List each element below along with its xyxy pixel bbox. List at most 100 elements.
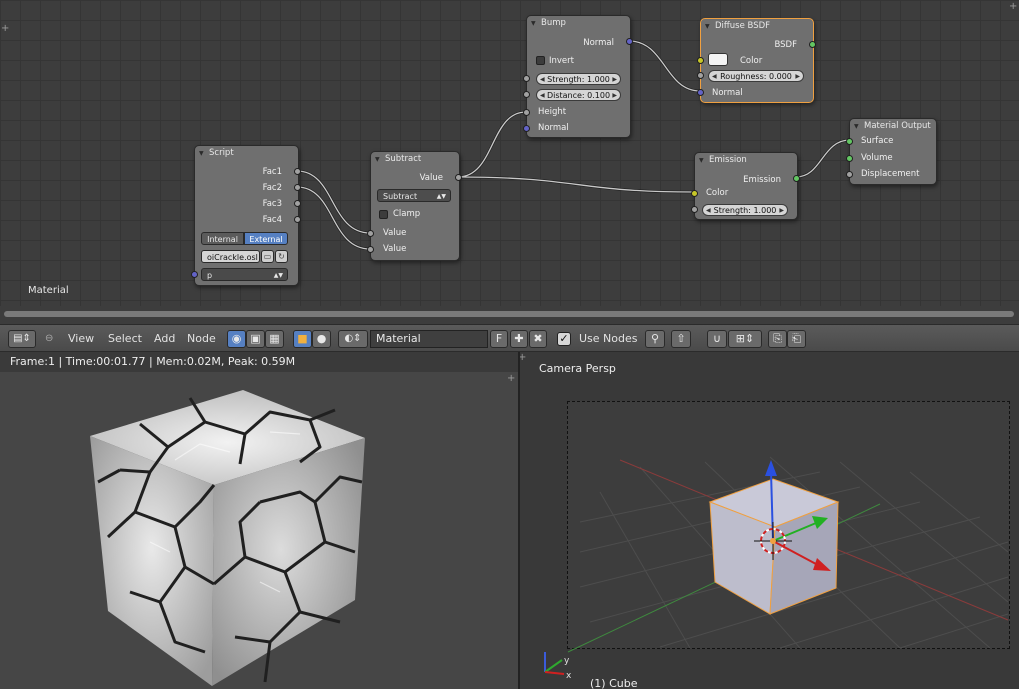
emission-node[interactable]: Emission Emission Color ◀ Strength: 1.00… — [691, 152, 800, 220]
normal-input-label: Normal — [538, 123, 569, 133]
increment-arrow-icon[interactable]: ▶ — [612, 74, 617, 86]
unlink-material-icon[interactable]: ✖ — [529, 330, 547, 348]
increment-arrow-icon[interactable]: ▶ — [779, 205, 784, 217]
3d-viewport[interactable]: + Camera Persp y x (1) Cube — [520, 352, 1019, 689]
subtract-node[interactable]: Subtract Value Subtract ▲▼ Clamp Value V… — [367, 151, 462, 261]
folder-icon[interactable]: ▭ — [261, 250, 274, 263]
backdrop-pin-icon[interactable]: ⚲ — [645, 330, 665, 348]
material-output-node[interactable]: Material Output Surface Volume Displacem… — [846, 118, 937, 185]
rendered-cube-image — [90, 390, 365, 686]
invert-checkbox[interactable] — [536, 56, 545, 65]
reload-icon[interactable]: ↻ — [275, 250, 288, 263]
use-nodes-checkbox[interactable]: ✓ — [557, 332, 571, 346]
bump-node[interactable]: Bump Normal Invert ◀ Strength: 1.000 ▶ ◀… — [523, 15, 633, 138]
parent-node-tree-icon[interactable]: ⇧ — [671, 330, 691, 348]
increment-arrow-icon[interactable]: ▶ — [795, 71, 800, 83]
decrement-arrow-icon[interactable]: ◀ — [712, 71, 717, 83]
decrement-arrow-icon[interactable]: ◀ — [540, 90, 545, 102]
emission-output-socket[interactable] — [793, 175, 800, 182]
render-preview-area[interactable]: Frame:1 | Time:00:01.77 | Mem:0.02M, Pea… — [0, 352, 518, 689]
bump-normal-output-socket[interactable] — [626, 38, 633, 45]
copy-nodes-icon[interactable]: ⎘ — [768, 330, 787, 348]
bsdf-output-label: BSDF — [774, 40, 797, 50]
fake-user-button[interactable]: F — [490, 330, 508, 348]
decrement-arrow-icon[interactable]: ◀ — [540, 74, 545, 86]
menu-add[interactable]: Add — [154, 330, 175, 348]
strength-socket[interactable] — [523, 75, 530, 82]
normal-input-socket[interactable] — [523, 125, 530, 132]
strength-field[interactable]: ◀ Strength: 1.000 ▶ — [536, 73, 621, 85]
compositing-nodes-icon[interactable]: ▣ — [246, 330, 265, 348]
bump-node-title: Bump — [527, 16, 630, 31]
displacement-socket[interactable] — [846, 171, 853, 178]
height-socket[interactable] — [523, 109, 530, 116]
diffuse-bsdf-node[interactable]: Diffuse BSDF BSDF Color ◀ Roughness: 0.0… — [697, 18, 816, 103]
fac4-socket[interactable] — [294, 216, 301, 223]
fac2-socket[interactable] — [294, 184, 301, 191]
emission-strength-socket[interactable] — [691, 206, 698, 213]
horizontal-scrollbar[interactable] — [4, 311, 1014, 317]
emission-color-label: Color — [706, 188, 729, 198]
distance-field[interactable]: ◀ Distance: 0.100 ▶ — [536, 89, 621, 101]
subtract-output-label: Value — [419, 173, 443, 183]
material-browse-icon[interactable]: ◐⇕ — [338, 330, 368, 348]
script-node[interactable]: Script Fac1 Fac2 Fac3 Fac4 Internal Exte… — [191, 145, 301, 286]
snap-element-icon[interactable]: ⊞⇕ — [728, 330, 762, 348]
subtract-input-socket-1[interactable] — [367, 230, 374, 237]
script-output-fac4: Fac4 — [262, 215, 282, 225]
volume-input-label: Volume — [861, 153, 893, 163]
operation-dropdown[interactable]: Subtract ▲▼ — [377, 189, 451, 202]
material-output-title: Material Output — [850, 119, 936, 134]
editor-type-button[interactable]: ▤⇕ — [8, 330, 36, 348]
menu-node[interactable]: Node — [187, 330, 216, 348]
active-object-label: (1) Cube — [590, 677, 638, 689]
menu-view[interactable]: View — [68, 330, 94, 348]
link-value-height[interactable] — [457, 111, 527, 178]
p-input-field[interactable]: p ▲▼ — [201, 268, 288, 281]
add-material-icon[interactable]: ✚ — [510, 330, 528, 348]
distance-socket[interactable] — [523, 91, 530, 98]
increment-arrow-icon[interactable]: ▶ — [612, 90, 617, 102]
menu-select[interactable]: Select — [108, 330, 142, 348]
fac1-socket[interactable] — [294, 168, 301, 175]
subtract-output-socket[interactable] — [455, 174, 462, 181]
gizmo-x-label: x — [566, 671, 572, 681]
color-swatch[interactable] — [708, 53, 728, 66]
subtract-node-title: Subtract — [371, 152, 459, 167]
node-editor[interactable]: + + Script Fac1 Fac2 Fac3 Fac4 Inter — [0, 0, 1019, 306]
script-file-field[interactable]: oiCrackle.osl — [201, 250, 260, 263]
emission-color-socket[interactable] — [691, 190, 698, 197]
bsdf-output-socket[interactable] — [809, 41, 816, 48]
internal-mode-button[interactable]: Internal — [201, 232, 244, 245]
updown-arrows-icon: ▲▼ — [273, 272, 283, 279]
link-value-color[interactable] — [457, 176, 695, 193]
volume-socket[interactable] — [846, 155, 853, 162]
material-name-field[interactable]: Material — [370, 330, 488, 348]
external-mode-button[interactable]: External — [244, 232, 288, 245]
object-shader-icon[interactable]: ■ — [293, 330, 312, 348]
height-input-label: Height — [538, 107, 567, 117]
decrement-arrow-icon[interactable]: ◀ — [706, 205, 711, 217]
link-normal-normal[interactable] — [628, 40, 701, 92]
roughness-field[interactable]: ◀ Roughness: 0.000 ▶ — [708, 70, 804, 82]
script-output-fac2: Fac2 — [262, 183, 282, 193]
p-vector-socket[interactable] — [191, 271, 198, 278]
emission-node-title: Emission — [695, 153, 797, 168]
subtract-input-socket-2[interactable] — [367, 246, 374, 253]
use-nodes-label: Use Nodes — [579, 332, 638, 345]
snap-magnet-icon[interactable]: ∪ — [707, 330, 727, 348]
diffuse-color-socket[interactable] — [697, 57, 704, 64]
shader-nodes-icon[interactable]: ◉ — [227, 330, 246, 348]
clamp-checkbox[interactable] — [379, 210, 388, 219]
surface-socket[interactable] — [846, 138, 853, 145]
roughness-socket[interactable] — [697, 72, 704, 79]
emission-strength-field[interactable]: ◀ Strength: 1.000 ▶ — [702, 204, 788, 216]
paste-nodes-icon[interactable]: ⎗ — [787, 330, 806, 348]
link-emission-surface[interactable] — [795, 139, 851, 178]
diffuse-normal-socket[interactable] — [697, 89, 704, 96]
fac3-socket[interactable] — [294, 200, 301, 207]
distance-value: Distance: 0.100 — [546, 91, 611, 100]
world-shader-icon[interactable]: ● — [312, 330, 331, 348]
collapse-menu-icon[interactable]: ⊖ — [45, 330, 53, 348]
texture-nodes-icon[interactable]: ▦ — [265, 330, 284, 348]
